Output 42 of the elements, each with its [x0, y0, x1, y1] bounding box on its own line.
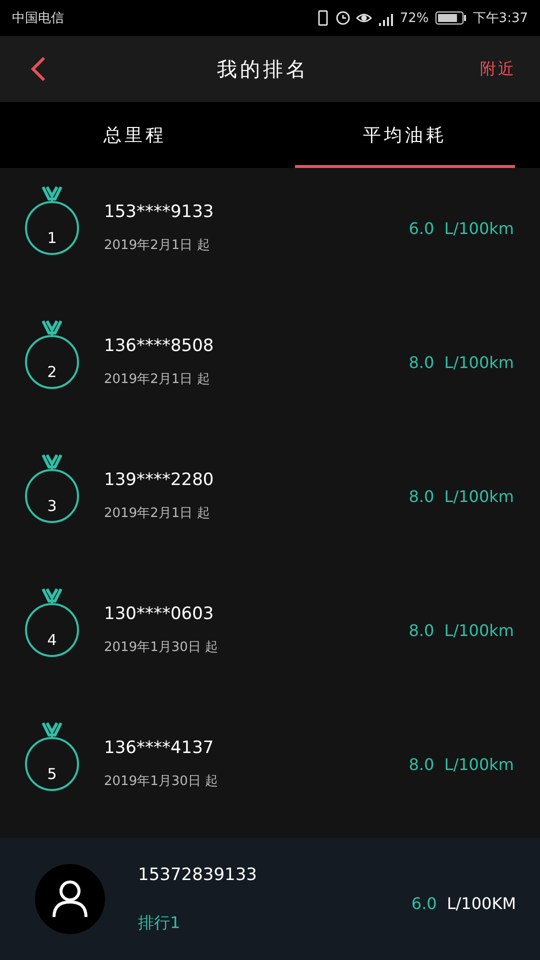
phone-number: 153****9133 — [104, 202, 215, 222]
battery-percent: 72% — [400, 10, 429, 26]
start-date: 2019年2月1日 起 — [104, 371, 211, 388]
rank-number: 3 — [46, 496, 58, 516]
phone-number: 15372839133 — [138, 864, 258, 884]
medal-icon — [24, 318, 80, 390]
page-title: 我的排名 — [216, 56, 310, 82]
start-date: 2019年2月1日 起 — [104, 237, 211, 254]
rank-number: 2 — [46, 362, 58, 382]
fuel-consumption: 8.0 L/100km — [408, 620, 514, 640]
rank-number: 5 — [46, 764, 58, 784]
fuel-consumption: 8.0 L/100km — [408, 754, 514, 774]
phone-number: 139****2280 — [104, 470, 215, 490]
start-date: 2019年1月30日 起 — [104, 773, 220, 790]
carrier-name: 中国电信 — [12, 10, 64, 27]
clock-time: 下午3:37 — [472, 10, 528, 27]
nearby-link[interactable]: 附近 — [480, 58, 516, 80]
user-icon — [52, 880, 88, 918]
phone-number: 136****4137 — [104, 738, 215, 758]
phone-number: 136****8508 — [104, 336, 215, 356]
fuel-unit: L/100KM — [446, 894, 516, 912]
phone-number: 130****0603 — [104, 604, 215, 624]
alarm-icon — [336, 11, 350, 25]
fuel-value: 6.0 — [411, 894, 437, 912]
eye-icon — [356, 12, 372, 24]
medal-icon — [24, 452, 80, 524]
rank-label: 排行1 — [138, 912, 182, 934]
tab[interactable]: 总里程 — [0, 102, 270, 168]
start-date: 2019年2月1日 起 — [104, 505, 211, 522]
vibrate-icon — [316, 9, 330, 27]
start-date: 2019年1月30日 起 — [104, 639, 220, 656]
rank-number: 4 — [46, 630, 58, 650]
medal-icon — [24, 720, 80, 792]
back-icon[interactable] — [30, 56, 46, 82]
fuel-consumption: 6.0 L/100km — [408, 218, 514, 238]
medal-icon — [24, 184, 80, 256]
tab[interactable]: 平均油耗 — [270, 102, 540, 168]
fuel-consumption: 8.0 L/100km — [408, 352, 514, 372]
rank-number: 1 — [46, 228, 58, 248]
medal-icon — [24, 586, 80, 658]
fuel-consumption: 8.0 L/100km — [408, 486, 514, 506]
battery-icon — [434, 11, 467, 25]
